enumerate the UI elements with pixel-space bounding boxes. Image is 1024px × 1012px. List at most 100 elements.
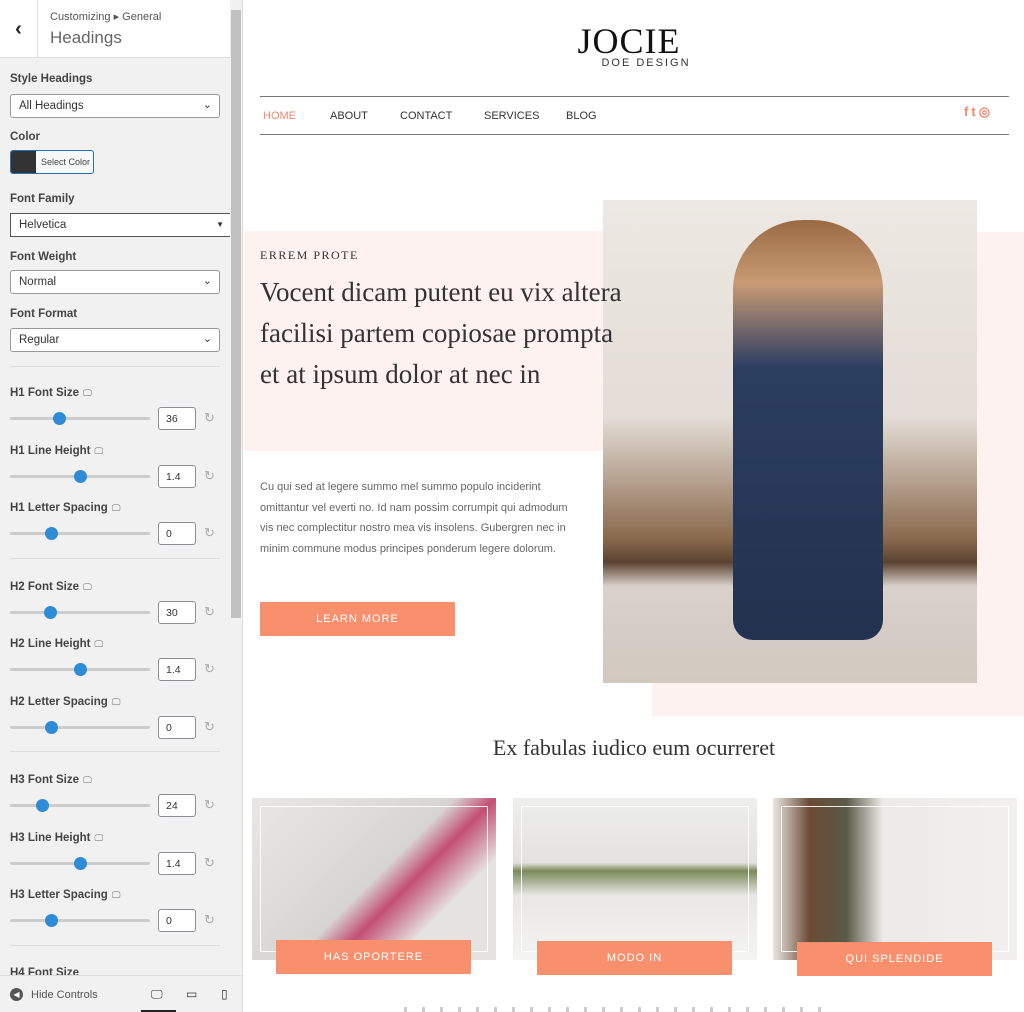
reset-icon[interactable]: ↻ <box>204 855 215 871</box>
slider-value-input[interactable]: 1.4 <box>158 464 196 488</box>
style-headings-label: Style Headings <box>10 73 93 85</box>
select-value: Normal <box>19 276 57 288</box>
font-format-select[interactable]: Regular ⌄ <box>10 328 220 352</box>
desktop-icon: 🖵 <box>94 832 104 843</box>
nav-contact[interactable]: CONTACT <box>400 110 452 122</box>
hide-controls-button[interactable]: ◀ Hide Controls <box>10 988 98 1001</box>
hero-body: Cu qui sed at legere summo mel summo pop… <box>260 481 568 555</box>
slider-handle[interactable] <box>45 914 58 927</box>
site-preview: JOCIE DOE DESIGN HOME ABOUT CONTACT SERV… <box>244 0 1024 1012</box>
customizer-sidebar: ‹ Customizing ▸ General Headings Style H… <box>0 0 243 1012</box>
collapse-icon: ◀ <box>10 988 23 1001</box>
slider[interactable] <box>10 527 150 540</box>
hero-image <box>603 200 977 683</box>
slider-handle[interactable] <box>44 605 57 619</box>
slider[interactable] <box>10 412 150 425</box>
reset-icon[interactable]: ↻ <box>204 468 215 484</box>
reset-icon[interactable]: ↻ <box>204 719 215 735</box>
caret-down-icon: ▼ <box>216 220 224 229</box>
slider-value-input[interactable]: 0 <box>158 715 196 739</box>
font-format-label: Font Format <box>10 308 78 320</box>
select-value: Helvetica <box>19 219 67 231</box>
reset-icon[interactable]: ↻ <box>204 797 215 813</box>
slider-value-input[interactable]: 0 <box>158 909 196 932</box>
nav-blog[interactable]: BLOG <box>566 110 597 122</box>
chevron-down-icon: ⌄ <box>202 275 212 287</box>
desktop-icon: 🖵 <box>83 775 92 785</box>
slider-label: H2 Letter Spacing 🖵 <box>10 695 121 708</box>
twitter-icon[interactable]: t <box>971 104 978 119</box>
font-weight-label: Font Weight <box>10 251 77 263</box>
slider[interactable] <box>10 663 150 676</box>
learn-more-button[interactable]: LEARN MORE <box>260 602 455 636</box>
style-headings-select[interactable]: All Headings ⌄ <box>10 94 220 118</box>
desktop-preview-icon[interactable]: 🖵 <box>151 987 163 1002</box>
slider-label: H2 Line Height 🖵 <box>10 638 104 650</box>
select-color-button[interactable]: Select Color <box>10 150 94 174</box>
card-button[interactable]: HAS OPORTERE <box>276 940 471 974</box>
section-title: Ex fabulas iudico eum ocurreret <box>492 735 776 760</box>
slider-handle[interactable] <box>36 799 49 812</box>
reset-icon[interactable]: ↻ <box>204 661 215 677</box>
select-color-label: Select Color <box>41 157 91 167</box>
slider[interactable] <box>10 605 150 619</box>
card-button[interactable]: MODO IN <box>537 941 732 975</box>
font-family-select[interactable]: Helvetica ▼ <box>10 213 232 237</box>
slider-label: H1 Font Size 🖵 <box>10 387 92 399</box>
card-image[interactable] <box>252 798 496 960</box>
slider-handle[interactable] <box>74 856 87 870</box>
social-links: ft◎ <box>964 104 993 120</box>
slider-label: H3 Line Height 🖵 <box>10 831 104 844</box>
card-image[interactable] <box>513 798 757 960</box>
breadcrumb: Customizing ▸ General <box>50 11 162 23</box>
scrollbar[interactable] <box>230 0 242 975</box>
slider-handle[interactable] <box>45 527 58 540</box>
slider[interactable] <box>10 856 150 870</box>
panel-title: Headings <box>50 28 122 47</box>
slider-label: H2 Font Size 🖵 <box>10 580 92 593</box>
slider-label: H1 Line Height 🖵 <box>10 444 104 457</box>
reset-icon[interactable]: ↻ <box>204 525 215 541</box>
desktop-icon: 🖵 <box>83 581 92 592</box>
card-button[interactable]: QUI SPLENDIDE <box>797 942 992 976</box>
slider-handle[interactable] <box>45 720 58 734</box>
slider-label: H3 Font Size 🖵 <box>10 774 92 786</box>
person-figure <box>733 220 883 640</box>
slider-handle[interactable] <box>74 469 87 483</box>
slider-value-input[interactable]: 1.4 <box>158 851 196 875</box>
slider-handle[interactable] <box>53 412 66 425</box>
slider-label: H3 Letter Spacing 🖵 <box>10 889 121 901</box>
reset-icon[interactable]: ↻ <box>204 604 215 620</box>
card-frame <box>521 806 749 952</box>
slider-value-input[interactable]: 36 <box>158 407 196 430</box>
instagram-icon[interactable]: ◎ <box>979 104 993 119</box>
slider-value-input[interactable]: 0 <box>158 522 196 545</box>
desktop-icon: 🖵 <box>111 890 121 900</box>
nav-divider-bottom <box>260 134 1009 135</box>
slider-value-input[interactable]: 24 <box>158 794 196 817</box>
slider[interactable] <box>10 914 150 927</box>
mobile-preview-icon[interactable]: ▯ <box>221 987 228 1001</box>
tablet-preview-icon[interactable]: ▭ <box>186 987 197 1001</box>
slider-value-input[interactable]: 1.4 <box>158 658 196 681</box>
site-tagline: DOE DESIGN <box>601 57 691 69</box>
scrollbar-thumb[interactable] <box>231 10 241 618</box>
nav-home[interactable]: HOME <box>263 110 296 122</box>
card-image[interactable] <box>773 798 1017 960</box>
slider[interactable] <box>10 720 150 734</box>
slider-value-input[interactable]: 30 <box>158 600 196 624</box>
slider[interactable] <box>10 799 150 812</box>
reset-icon[interactable]: ↻ <box>204 410 215 426</box>
nav-about[interactable]: ABOUT <box>330 110 368 122</box>
nav-services[interactable]: SERVICES <box>484 110 539 122</box>
reset-icon[interactable]: ↻ <box>204 912 215 928</box>
slider[interactable] <box>10 469 150 483</box>
site-logo[interactable]: JOCIE <box>244 20 1019 62</box>
slider-handle[interactable] <box>74 663 87 676</box>
desktop-icon: 🖵 <box>111 503 121 513</box>
select-value: Regular <box>19 334 60 346</box>
chevron-down-icon: ⌄ <box>202 99 212 111</box>
panel-header: ‹ Customizing ▸ General Headings <box>0 0 230 58</box>
back-button[interactable]: ‹ <box>0 0 38 58</box>
font-weight-select[interactable]: Normal ⌄ <box>10 270 220 294</box>
